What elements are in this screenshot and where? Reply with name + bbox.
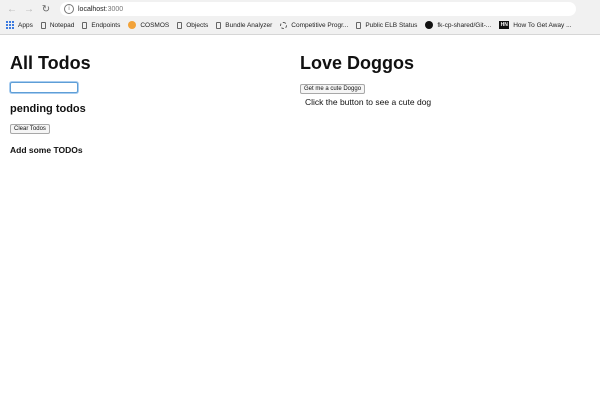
todos-title: All Todos [10, 53, 91, 73]
page-icon [216, 21, 222, 29]
bookmark-label: Public ELB Status [365, 21, 418, 29]
add-todos-heading: Add some TODOs [10, 145, 83, 155]
bookmark-competitive-programming[interactable]: Competitive Progr... [280, 21, 349, 29]
page-icon [356, 21, 362, 29]
url-host: localhost [78, 5, 106, 13]
url-port: :3000 [105, 5, 124, 13]
browser-chrome: ← → ↻ i localhost:3000 Apps Notepad Endp… [0, 0, 600, 35]
bookmark-objects[interactable]: Objects [177, 21, 209, 29]
doggos-title: Love Doggos [300, 53, 415, 73]
hn-icon: HN [499, 21, 510, 29]
bookmark-label: Bundle Analyzer [225, 21, 273, 29]
bookmark-endpoints[interactable]: Endpoints [82, 21, 121, 29]
bookmark-label: Endpoints [91, 21, 121, 29]
address-bar[interactable]: i localhost:3000 [60, 2, 576, 16]
doggo-hint-text: Click the button to see a cute dog [305, 97, 432, 107]
bookmark-apps[interactable]: Apps [6, 21, 33, 29]
clear-todos-button[interactable]: Clear Todos [10, 124, 50, 134]
bookmark-label: Objects [186, 21, 209, 29]
reload-icon[interactable]: ↻ [38, 1, 54, 17]
browser-toolbar: ← → ↻ i localhost:3000 [0, 0, 600, 18]
apps-grid-icon [6, 21, 14, 29]
todos-panel: All Todos pending todos Clear Todos Add … [10, 52, 280, 155]
bookmark-label: fk-cp-shared/Git-... [437, 21, 492, 29]
bookmark-cosmos[interactable]: COSMOS [128, 21, 169, 29]
todo-input[interactable] [10, 82, 78, 93]
bookmark-label: Notepad [49, 21, 75, 29]
loading-icon [280, 21, 288, 29]
bookmark-label: Apps [18, 21, 33, 29]
bookmark-label: How To Get Away ... [513, 21, 572, 29]
bookmark-fk-cp-shared[interactable]: fk-cp-shared/Git-... [425, 21, 491, 29]
bookmark-how-to-get-away[interactable]: HN How To Get Away ... [499, 21, 572, 29]
pending-todos-heading: pending todos [10, 103, 86, 115]
bookmark-label: Competitive Progr... [291, 21, 349, 29]
bookmarks-bar: Apps Notepad Endpoints COSMOS Objects Bu… [0, 18, 600, 32]
doggos-panel: Love Doggos Get me a cute Doggo Click th… [300, 52, 590, 107]
page-content: All Todos pending todos Clear Todos Add … [0, 34, 600, 400]
arrow-left-icon[interactable]: ← [4, 1, 20, 17]
page-icon [82, 21, 88, 29]
bookmark-public-elb-status[interactable]: Public ELB Status [356, 21, 418, 29]
arrow-right-icon[interactable]: → [21, 1, 37, 17]
page-icon [40, 21, 46, 29]
github-icon [425, 21, 434, 29]
info-icon[interactable]: i [64, 4, 74, 14]
page-icon [177, 21, 183, 29]
bookmark-label: COSMOS [140, 21, 170, 29]
cosmos-icon [128, 21, 137, 29]
bookmark-notepad[interactable]: Notepad [40, 21, 75, 29]
bookmark-bundle-analyzer[interactable]: Bundle Analyzer [216, 21, 273, 29]
get-doggo-button[interactable]: Get me a cute Doggo [300, 84, 366, 94]
